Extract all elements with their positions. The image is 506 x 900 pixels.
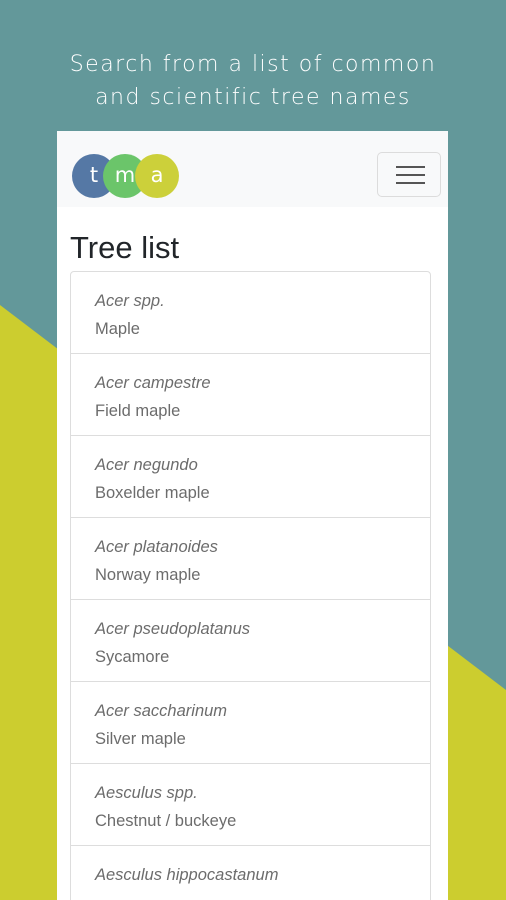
common-name: Boxelder maple [95,484,210,502]
scientific-name: Aesculus spp. [95,784,198,802]
list-item[interactable]: Aesculus hippocastanum [71,846,430,900]
tma-logo[interactable]: t m a [72,154,182,200]
list-item[interactable]: Acer spp. Maple [71,272,430,354]
scientific-name: Acer spp. [95,292,165,310]
list-item[interactable]: Acer campestre Field maple [71,354,430,436]
caption-line-1: Search from a list of common [69,52,437,77]
common-name: Sycamore [95,648,170,666]
caption-line-2: and scientific tree names [95,85,411,110]
scientific-name: Aesculus hippocastanum [95,866,279,884]
hamburger-icon-bar [396,182,425,184]
promo-caption: Search from a list of common and scienti… [0,48,506,114]
scientific-name: Acer platanoides [95,538,218,556]
list-item[interactable]: Aesculus spp. Chestnut / buckeye [71,764,430,846]
list-item[interactable]: Acer saccharinum Silver maple [71,682,430,764]
scientific-name: Acer negundo [95,456,198,474]
list-item[interactable]: Acer platanoides Norway maple [71,518,430,600]
scientific-name: Acer pseudoplatanus [95,620,251,638]
page-title: Tree list [70,230,180,265]
common-name: Maple [95,320,140,338]
scientific-name: Acer campestre [95,374,211,392]
tree-list: Acer spp. Maple Acer campestre Field map… [70,271,431,900]
app-screen: t m a Tree list Acer spp. Maple Acer cam… [57,131,448,900]
common-name: Chestnut / buckeye [95,812,237,830]
logo-circle-a: a [135,154,179,198]
hamburger-icon [396,166,425,168]
list-item[interactable]: Acer negundo Boxelder maple [71,436,430,518]
common-name: Norway maple [95,566,201,584]
common-name: Silver maple [95,730,186,748]
scientific-name: Acer saccharinum [95,702,228,720]
menu-toggle-button[interactable] [377,152,441,197]
navbar: t m a [57,131,448,207]
list-item[interactable]: Acer pseudoplatanus Sycamore [71,600,430,682]
common-name: Field maple [95,402,181,420]
hamburger-icon-bar [396,174,425,176]
